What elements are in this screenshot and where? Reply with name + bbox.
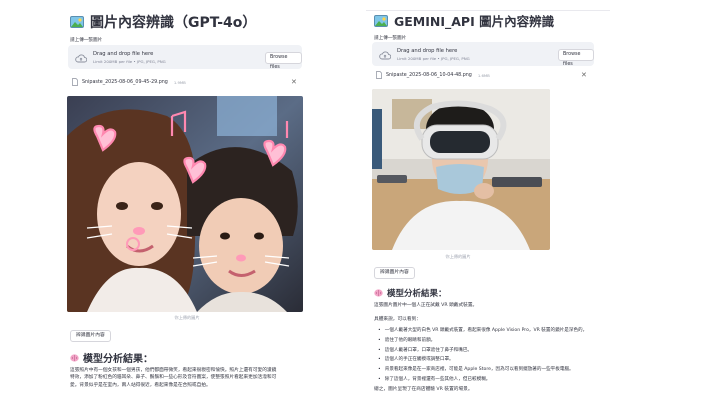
selfie-photo-illustration	[67, 96, 303, 312]
file-dropzone[interactable]: Drag and drop file here Limit 200MB per …	[68, 45, 302, 70]
file-icon	[72, 78, 78, 86]
result-line: 這張照片中有一個女孩和一個男孩，他們都面帶微笑，看起來很親密和愉快。照片上還有可…	[70, 368, 277, 373]
image-caption: 你上傳的圖片	[445, 254, 471, 259]
vr-photo-illustration	[372, 89, 550, 250]
list-item: 遮住了他的眼睛和前額。	[378, 336, 606, 346]
result-line: 愛。背景似乎是在室內，兩人站得很近，看起來像是在合照或自拍。	[70, 382, 211, 388]
dropzone-title: Drag and drop file here	[93, 51, 154, 57]
picture-icon	[374, 14, 388, 27]
file-name: Snipaste_2025-08-06_09-45-29.png	[82, 79, 168, 85]
file-dropzone[interactable]: Drag and drop file here Limit 200MB per …	[372, 42, 594, 67]
page-title-text: GEMINI_API 圖片內容辨識	[394, 14, 555, 29]
cloud-upload-icon	[75, 54, 87, 63]
list-item: 一個人戴著大型的白色 VR 頭戴式裝置，看起來很像 Apple Vision P…	[378, 326, 606, 336]
file-size: 1.6MB	[477, 72, 490, 78]
result-heading-text: 模型分析結果：	[387, 289, 447, 299]
dropzone-title: Drag and drop file here	[397, 48, 458, 54]
result-heading: 模型分析結果：	[374, 287, 447, 299]
image-caption: 你上傳的圖片	[174, 315, 200, 320]
analyze-image-button[interactable]: 辨識圖片內容	[70, 330, 111, 342]
file-icon	[376, 71, 382, 79]
file-size: 1.9MB	[173, 79, 186, 85]
result-heading: 模型分析結果：	[70, 350, 153, 365]
browse-files-button[interactable]: Browse files	[558, 49, 594, 67]
cloud-upload-icon	[379, 51, 391, 60]
picture-icon	[70, 16, 84, 28]
gemini-app-panel: GEMINI_API 圖片內容辨識 請上傳一張圖片 Drag and drop …	[366, 0, 610, 405]
page-title: 圖片內容辨識（GPT-4o）	[70, 12, 256, 32]
result-conclusion: 總之，圖片呈現了在商店體驗 VR 裝置的場景。	[374, 387, 473, 392]
gpt-app-panel: 圖片內容辨識（GPT-4o） 請上傳一張圖片 Drag and drop fil…	[62, 0, 312, 405]
uploaded-image	[372, 89, 550, 250]
result-heading-text: 模型分析結果：	[83, 354, 153, 365]
list-item: 除了這個人，背景裡還有一些其他人，但已較模糊。	[378, 375, 606, 385]
remove-file-icon[interactable]: ✕	[291, 79, 297, 86]
remove-file-icon[interactable]: ✕	[581, 72, 587, 79]
analyze-image-button[interactable]: 辨識圖片內容	[374, 267, 415, 279]
result-text: 這張照片中有一個女孩和一個男孩，他們都面帶微笑，看起來很親密和愉快。照片上還有可…	[70, 367, 310, 389]
result-detail-heading: 具體來說，可以看到：	[374, 317, 421, 322]
dropzone-limit: Limit 200MB per file • JPG, JPEG, PNG	[93, 59, 166, 64]
uploaded-file: Snipaste_2025-08-06_09-45-29.png 1.9MB	[72, 77, 186, 87]
upload-label: 請上傳一張圖片	[70, 38, 103, 43]
brain-icon	[374, 289, 383, 297]
result-intro: 這張圖片圖片中一個人正在試戴 VR 頭戴式裝置。	[374, 303, 478, 308]
upload-label: 請上傳一張圖片	[374, 36, 407, 41]
file-name: Snipaste_2025-08-06_10-04-48.png	[386, 72, 472, 78]
uploaded-image	[67, 96, 303, 312]
list-item: 這個人的手正在觸摸或調整口罩。	[378, 355, 606, 365]
result-bullet-list: 一個人戴著大型的白色 VR 頭戴式裝置，看起來很像 Apple Vision P…	[378, 326, 606, 385]
page-title: GEMINI_API 圖片內容辨識	[374, 11, 554, 30]
browse-files-button[interactable]: Browse files	[265, 52, 302, 70]
result-line: 特效，添加了粉紅色的貓耳朵、鼻子、鬍鬚和一些心形及音符圖案，使整張照片看起來更加…	[70, 375, 277, 381]
dropzone-limit: Limit 200MB per file • JPG, JPEG, PNG	[397, 56, 470, 61]
list-item: 這個人戴著口罩，口罩遮住了鼻子和嘴巴。	[378, 346, 606, 356]
page-title-text: 圖片內容辨識（GPT-4o）	[90, 15, 257, 31]
brain-icon	[70, 353, 79, 362]
list-item: 背景看起來像是在一家商店裡，可能是 Apple Store，因為可以看到擺放著的…	[378, 365, 606, 375]
uploaded-file: Snipaste_2025-08-06_10-04-48.png 1.6MB	[376, 70, 490, 80]
